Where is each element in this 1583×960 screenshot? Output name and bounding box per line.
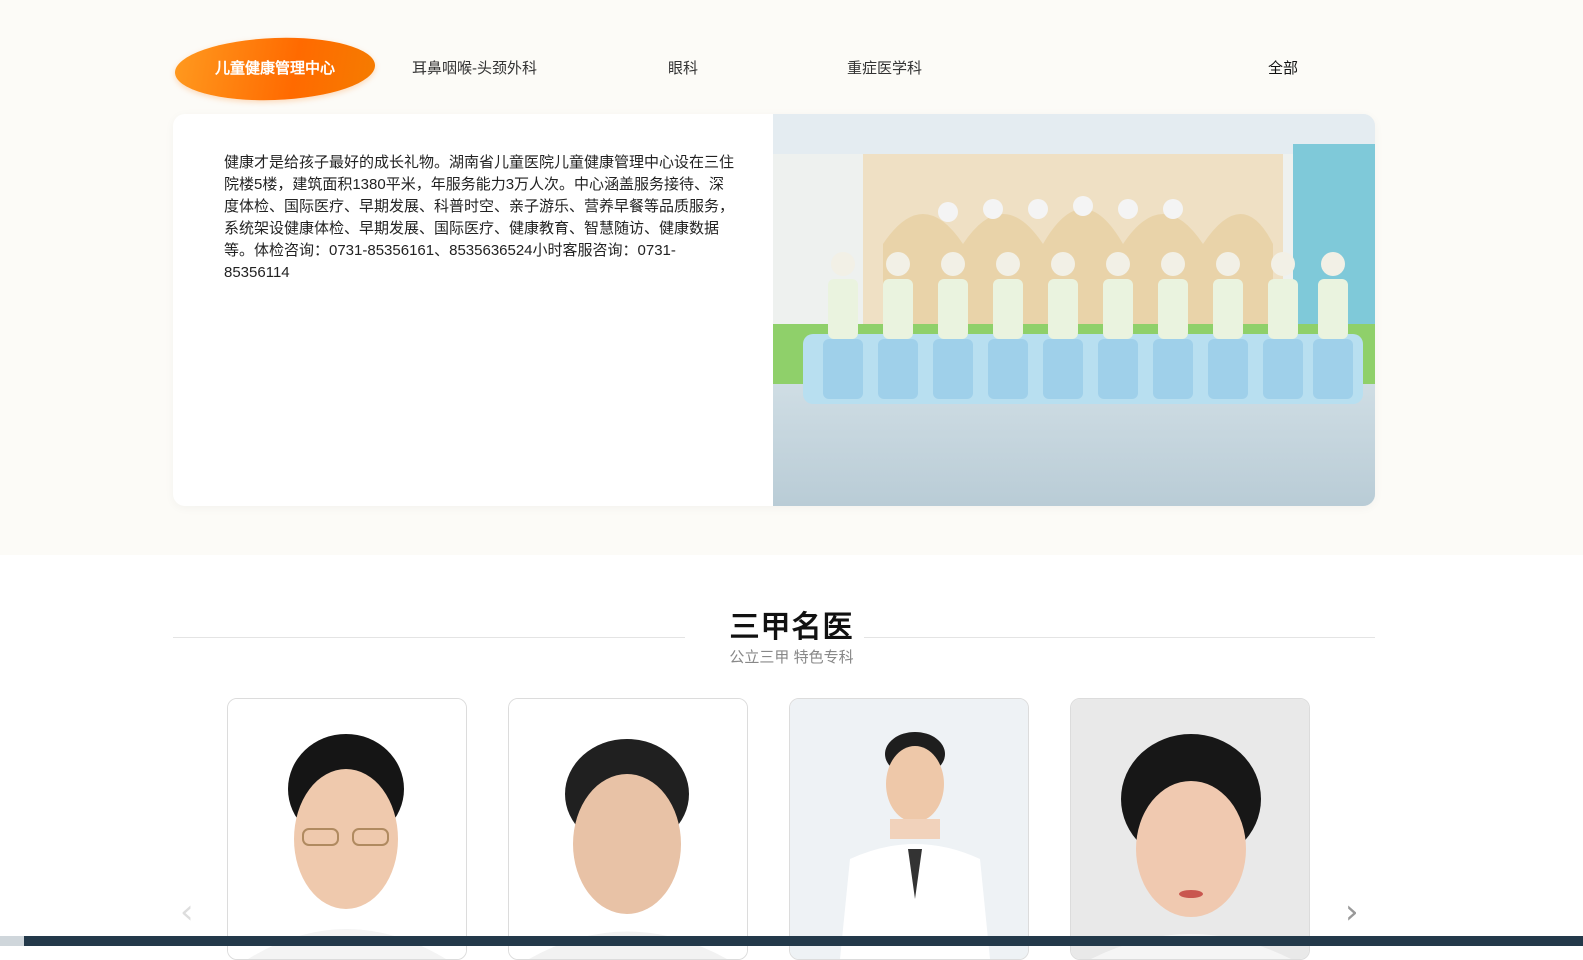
tab-critical-care[interactable]: 重症医学科 [847,38,922,100]
department-tabs: 儿童健康管理中心 耳鼻咽喉-头颈外科 眼科 重症医学科 全部 [175,34,1375,104]
doctor-card[interactable] [789,698,1029,960]
tab-ophthalmology[interactable]: 眼科 [668,38,698,100]
doctor-photo [228,699,466,959]
department-description: 健康才是给孩子最好的成长礼物。湖南省儿童医院儿童健康管理中心设在三住院楼5楼，建… [224,154,735,281]
department-info-card: 健康才是给孩子最好的成长礼物。湖南省儿童医院儿童健康管理中心设在三住院楼5楼，建… [173,114,1375,506]
chevron-right-icon: › [1345,892,1359,932]
all-link[interactable]: 全部 [1268,38,1298,100]
doctor-photo [790,699,1028,959]
doctor-card[interactable] [227,698,467,960]
carousel-prev-button[interactable]: ‹ [180,895,194,929]
section-subtitle: 公立三甲 特色专科 [729,649,854,666]
chevron-left-icon: ‹ [180,892,194,932]
doctor-photo [509,699,747,959]
team-photo [773,114,1375,506]
footer-bar-edge [0,936,24,946]
team-photo-illustration [773,114,1375,506]
tab-ent[interactable]: 耳鼻咽喉-头颈外科 [412,38,537,100]
tab-child-health[interactable]: 儿童健康管理中心 [175,34,375,104]
doctor-card[interactable] [508,698,748,960]
doctor-photo [1071,699,1309,959]
doctor-card[interactable] [1070,698,1310,960]
footer-bar [24,936,1583,946]
section-title: 三甲名医 [729,610,854,645]
carousel-next-button[interactable]: › [1345,895,1359,929]
